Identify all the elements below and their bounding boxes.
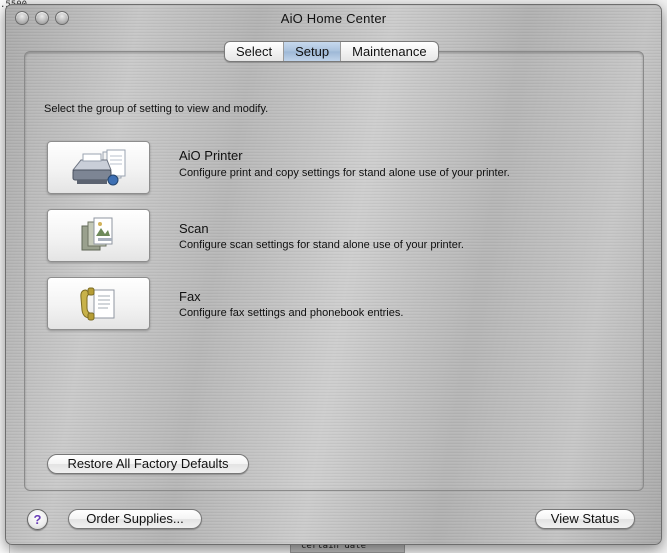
scan-icon xyxy=(81,217,112,250)
help-button[interactable]: ? xyxy=(27,509,48,530)
tab-maintenance[interactable]: Maintenance xyxy=(341,42,437,61)
fax-title: Fax xyxy=(179,289,201,304)
aio-printer-title: AiO Printer xyxy=(179,148,243,163)
tab-bar: Select Setup Maintenance xyxy=(224,41,439,62)
scan-button[interactable] xyxy=(47,209,150,262)
setup-panel xyxy=(24,51,644,491)
instructions-text: Select the group of setting to view and … xyxy=(44,103,269,115)
title-bar[interactable]: AiO Home Center xyxy=(6,5,661,33)
fax-button[interactable] xyxy=(47,277,150,330)
tab-select[interactable]: Select xyxy=(225,42,285,61)
scan-title: Scan xyxy=(179,221,209,236)
fax-icon xyxy=(79,287,114,320)
aio-home-center-window: AiO Home Center Select Setup Maintenance… xyxy=(5,4,662,545)
window-title: AiO Home Center xyxy=(280,11,387,26)
order-supplies-button[interactable]: Order Supplies... xyxy=(68,509,202,529)
tab-setup[interactable]: Setup xyxy=(284,42,342,61)
fax-description: Configure fax settings and phonebook ent… xyxy=(179,307,404,319)
restore-factory-defaults-button[interactable]: Restore All Factory Defaults xyxy=(47,454,249,474)
printer-icon xyxy=(71,149,125,185)
view-status-button[interactable]: View Status xyxy=(535,509,635,529)
aio-printer-button[interactable] xyxy=(47,141,150,194)
scan-description: Configure scan settings for stand alone … xyxy=(179,239,464,251)
aio-printer-description: Configure print and copy settings for st… xyxy=(179,167,510,179)
